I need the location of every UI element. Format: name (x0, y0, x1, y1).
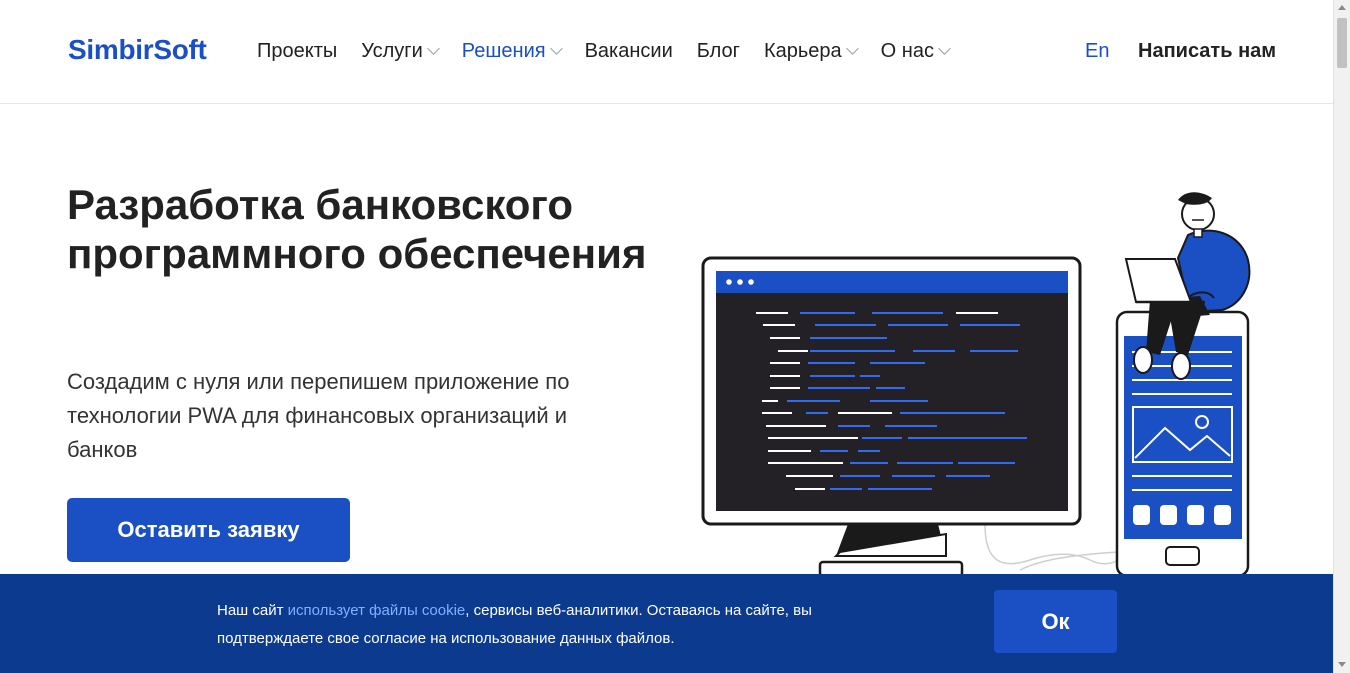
page-viewport: SimbirSoft Проекты Услуги Решения Ваканс… (0, 0, 1333, 673)
nav-item-label: Карьера (763, 40, 842, 62)
chevron-down-icon (938, 42, 951, 55)
language-switch[interactable]: En (1085, 40, 1109, 63)
nav-item-label: Решения (461, 40, 546, 62)
nav-item-label: Вакансии (584, 40, 673, 62)
chevron-down-icon (549, 42, 563, 55)
cookie-text-before: Наш сайт (217, 602, 288, 619)
logo[interactable]: SimbirSoft (68, 34, 207, 66)
nav-item-about[interactable]: О нас (880, 40, 951, 63)
developer-illustration (701, 192, 1251, 578)
nav-item-career[interactable]: Карьера (763, 40, 859, 63)
nav-item-services[interactable]: Услуги (361, 40, 440, 63)
cable-line (984, 524, 1119, 565)
cookie-ok-button[interactable]: Ок (994, 590, 1117, 653)
contact-link[interactable]: Написать нам (1138, 40, 1276, 63)
monitor-icon (701, 256, 1082, 578)
cookie-policy-link[interactable]: использует файлы cookie (288, 602, 466, 619)
nav-item-label: Услуги (361, 40, 423, 62)
scrollbar-thumb[interactable] (1337, 18, 1347, 68)
chevron-down-icon (845, 42, 859, 55)
scroll-up-icon[interactable] (1338, 5, 1346, 10)
nav-item-label: Проекты (257, 40, 338, 62)
nav-item-label: О нас (880, 40, 934, 62)
nav-item-vacancies[interactable]: Вакансии (585, 40, 673, 63)
nav-item-solutions[interactable]: Решения (461, 40, 563, 63)
nav-item-projects[interactable]: Проекты (257, 40, 337, 63)
scroll-down-icon[interactable] (1338, 662, 1346, 667)
hero-subtitle: Создадим с нуля или перепишем приложение… (67, 369, 570, 462)
cookie-notice: Наш сайт использует файлы cookie, сервис… (217, 597, 857, 653)
vertical-scrollbar[interactable] (1333, 0, 1350, 673)
chevron-down-icon (426, 42, 440, 55)
main-nav: Проекты Услуги Решения Вакансии Блог Кар… (257, 40, 973, 63)
page-title: Разработка банковского программного обес… (67, 181, 647, 277)
nav-item-blog[interactable]: Блог (697, 40, 740, 63)
nav-item-label: Блог (696, 40, 740, 62)
cookie-banner: Наш сайт использует файлы cookie, сервис… (0, 574, 1333, 673)
submit-request-button[interactable]: Оставить заявку (67, 498, 350, 562)
site-header: SimbirSoft Проекты Услуги Решения Ваканс… (0, 0, 1333, 104)
